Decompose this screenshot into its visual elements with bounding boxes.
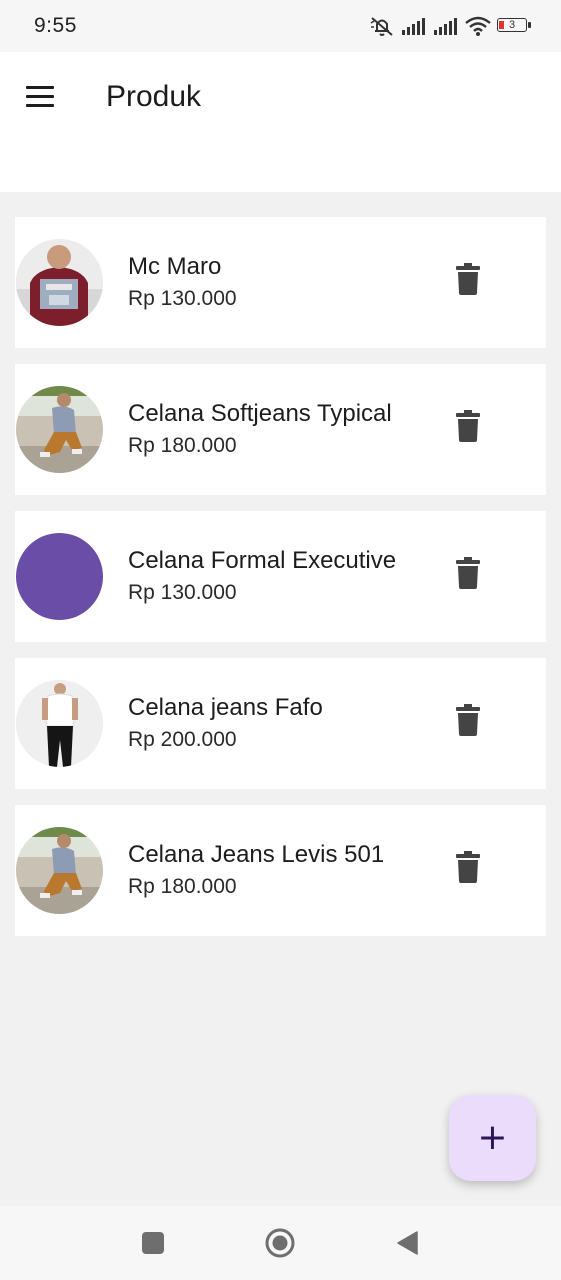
trash-icon[interactable] — [456, 557, 480, 589]
product-card[interactable]: Celana Formal Executive Rp 130.000 — [15, 511, 546, 642]
product-price: Rp 130.000 — [128, 287, 237, 310]
product-card[interactable]: Mc Maro Rp 130.000 — [15, 217, 546, 348]
recent-apps-icon[interactable] — [142, 1232, 164, 1254]
status-icons: 3 — [369, 15, 531, 37]
hamburger-menu-icon[interactable] — [26, 86, 56, 110]
wifi-icon — [465, 16, 491, 36]
trash-icon[interactable] — [456, 851, 480, 883]
battery-level: 3 — [508, 19, 516, 31]
page-title: Produk — [106, 80, 202, 113]
add-product-button[interactable]: + — [449, 1095, 536, 1181]
product-price: Rp 180.000 — [128, 875, 237, 898]
status-bar: 9:55 3 — [0, 0, 561, 52]
product-image — [16, 680, 103, 767]
product-name: Celana Softjeans Typical — [128, 400, 392, 427]
signal-icon — [402, 18, 425, 35]
signal-icon — [434, 18, 457, 35]
product-card[interactable]: Celana Softjeans Typical Rp 180.000 — [15, 364, 546, 495]
plus-icon: + — [477, 1117, 508, 1158]
product-name: Celana Jeans Levis 501 — [128, 841, 385, 868]
product-price: Rp 130.000 — [128, 581, 237, 604]
product-info: Celana Softjeans Typical Rp 180.000 — [128, 400, 392, 458]
product-name: Mc Maro — [128, 253, 222, 280]
product-info: Mc Maro Rp 130.000 — [128, 253, 237, 311]
product-info: Celana Formal Executive Rp 130.000 — [128, 547, 396, 605]
trash-icon[interactable] — [456, 704, 480, 736]
product-name: Celana Formal Executive — [128, 547, 397, 574]
product-image — [16, 827, 103, 914]
product-list: Mc Maro Rp 130.000 Celana Softjeans Typi… — [15, 217, 546, 952]
trash-icon[interactable] — [456, 410, 480, 442]
product-image — [16, 386, 103, 473]
product-name: Celana jeans Fafo — [128, 694, 323, 721]
product-price: Rp 200.000 — [128, 728, 237, 751]
product-image — [16, 239, 103, 326]
product-card[interactable]: Celana jeans Fafo Rp 200.000 — [15, 658, 546, 789]
system-nav-bar — [0, 1206, 561, 1280]
status-time: 9:55 — [34, 14, 77, 37]
trash-icon[interactable] — [456, 263, 480, 295]
back-icon[interactable] — [396, 1231, 418, 1255]
app-bar: Produk — [0, 52, 561, 192]
mute-icon — [370, 17, 393, 36]
product-info: Celana Jeans Levis 501 Rp 180.000 — [128, 841, 384, 899]
product-price: Rp 180.000 — [128, 434, 237, 457]
product-image — [16, 533, 103, 620]
battery-icon: 3 — [497, 18, 531, 34]
product-info: Celana jeans Fafo Rp 200.000 — [128, 694, 323, 752]
product-card[interactable]: Celana Jeans Levis 501 Rp 180.000 — [15, 805, 546, 936]
home-icon[interactable] — [265, 1228, 295, 1258]
